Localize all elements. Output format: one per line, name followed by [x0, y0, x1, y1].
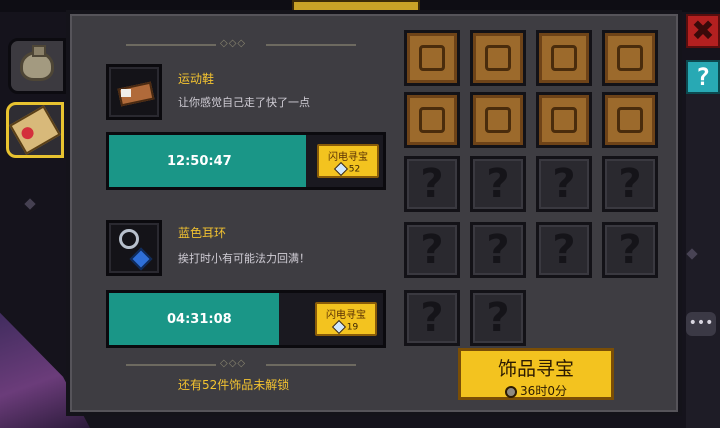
accessory-slot-locked[interactable]: ? [602, 156, 658, 212]
accessory-slot-locked[interactable]: ? [536, 222, 592, 278]
treasure-timer: 12:50:47 闪电寻宝 52 [106, 132, 386, 190]
accessory-slot-scroll[interactable] [602, 92, 658, 148]
item-name: 运动鞋 [178, 72, 215, 86]
rune-icon [551, 107, 577, 133]
item-description: 挨打时小有可能法力回满！ [178, 252, 310, 265]
question-mark-icon: ? [486, 161, 510, 207]
question-mark-icon: ? [618, 161, 642, 207]
close-button[interactable]: ✖ [686, 14, 720, 48]
accessory-slot-scroll[interactable] [404, 30, 460, 86]
bag-icon [20, 45, 54, 81]
gem-icon [333, 161, 348, 177]
accessory-slot-scroll[interactable] [470, 30, 526, 86]
divider-ornament: ◇◇◇ [220, 38, 247, 49]
accessory-slot-locked[interactable]: ? [470, 290, 526, 346]
question-mark-icon: ? [618, 227, 642, 273]
accessory-slot-scroll[interactable] [536, 30, 592, 86]
bag-tab[interactable] [8, 38, 66, 94]
scroll-icon [9, 105, 61, 155]
accessory-slot-locked[interactable]: ? [536, 156, 592, 212]
flash-treasure-button[interactable]: 闪电寻宝 19 [315, 302, 377, 336]
help-button[interactable]: ? [686, 60, 720, 94]
flash-treasure-label: 闪电寻宝 [328, 152, 368, 163]
accessory-slot-scroll[interactable] [470, 92, 526, 148]
treasure-timer: 04:31:08 闪电寻宝 19 [106, 290, 386, 348]
question-mark-icon: ? [552, 161, 576, 207]
locked-count-text: 还有52件饰品未解锁 [178, 378, 290, 392]
chat-icon[interactable]: ••• [686, 312, 716, 336]
rune-icon [617, 107, 643, 133]
accessory-tab[interactable] [6, 102, 64, 158]
flash-treasure-button[interactable]: 闪电寻宝 52 [317, 144, 379, 178]
timer-countdown: 12:50:47 [167, 153, 232, 169]
accessory-slot-locked[interactable]: ? [404, 290, 460, 346]
accessory-slot-scroll[interactable] [404, 92, 460, 148]
timer-countdown: 04:31:08 [167, 311, 232, 327]
flash-treasure-label: 闪电寻宝 [326, 310, 366, 321]
sparkle-icon [24, 198, 36, 210]
gem-icon [331, 319, 346, 335]
accessory-slot-scroll[interactable] [602, 30, 658, 86]
divider [126, 364, 216, 366]
accessory-slot-locked[interactable]: ? [404, 156, 460, 212]
accessory-treasure-button[interactable]: 饰品寻宝 36时0分 [458, 348, 614, 400]
item-name: 蓝色耳环 [178, 226, 227, 240]
rune-icon [485, 45, 511, 71]
treasure-button-title: 饰品寻宝 [497, 358, 574, 380]
clock-icon [505, 385, 518, 398]
rune-icon [551, 45, 577, 71]
treasure-time: 36时0分 [520, 384, 567, 398]
accessory-slot-locked[interactable]: ? [470, 222, 526, 278]
gem-cost: 19 [346, 322, 359, 333]
divider-ornament: ◇◇◇ [220, 358, 247, 369]
accessory-slot-scroll[interactable] [536, 92, 592, 148]
accessory-slot-locked[interactable]: ? [602, 222, 658, 278]
item-icon-sneakers[interactable] [106, 64, 162, 120]
item-description: 让你感觉自己走了快了一点 [178, 96, 310, 109]
question-mark-icon: ? [486, 295, 510, 341]
rune-icon [485, 107, 511, 133]
rune-icon [617, 45, 643, 71]
question-mark-icon: ? [420, 295, 444, 341]
accessory-slot-locked[interactable]: ? [470, 156, 526, 212]
rune-icon [419, 107, 445, 133]
divider [266, 44, 356, 46]
item-icon-blue-earring[interactable] [106, 220, 162, 276]
rune-icon [419, 45, 445, 71]
question-mark-icon: ? [420, 161, 444, 207]
accessory-slot-locked[interactable]: ? [404, 222, 460, 278]
question-mark-icon: ? [420, 227, 444, 273]
question-mark-icon: ? [552, 227, 576, 273]
divider [126, 44, 216, 46]
gem-cost: 52 [348, 164, 361, 175]
question-mark-icon: ? [486, 227, 510, 273]
divider [266, 364, 356, 366]
